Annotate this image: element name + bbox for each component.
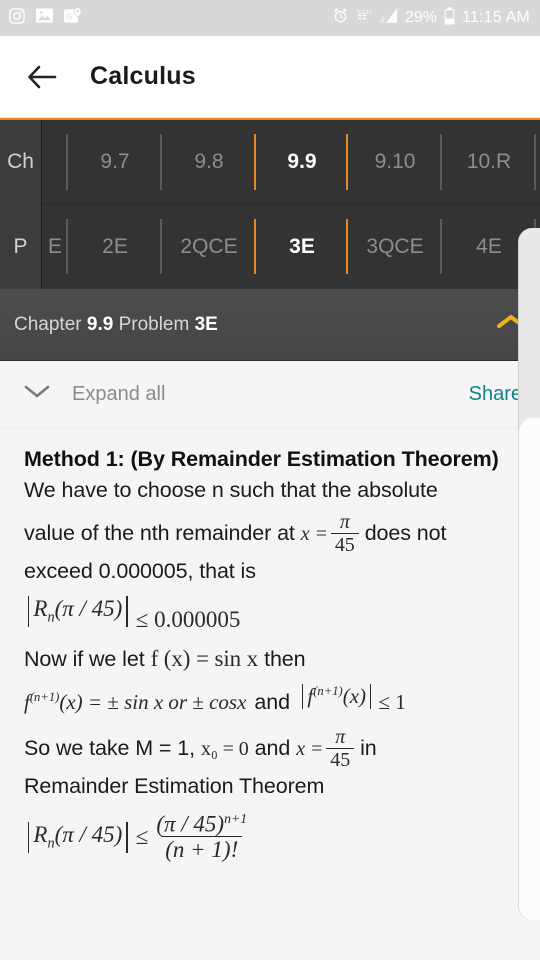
breadcrumb-chapter-word: Chapter [14,313,87,335]
solution-line-1: We have to choose n such that the absolu… [24,478,438,503]
problem-tab-3e[interactable]: 3E [256,205,348,288]
problem-row-label: P [13,234,28,258]
chapter-row-label: Ch [7,150,34,174]
solution-line-6b: and [254,735,291,760]
data-transfer-icon: \u21c5 [356,7,376,29]
equation-3-relation: ≤ 1 [378,689,406,714]
equation-x-numerator: π [339,510,350,533]
equation-2-superscript: (n+1) [29,689,60,704]
equation-1-r: R [33,596,48,622]
solution-line-7: Remainder Estimation Theorem [24,774,325,799]
back-arrow-icon[interactable] [22,57,62,97]
solution-line-4b: then [264,647,306,671]
equation-1-relation: ≤ 0.000005 [135,607,241,632]
solution-line-6a: So we take M = 1, [24,735,195,760]
equation-4-numerator-superscript: n+1 [224,810,248,826]
breadcrumb-problem-word: Problem [113,313,195,335]
equation-2-rest: (x) = ± sin x or ± cosx [59,689,247,714]
solution-line-2a: value of the nth remainder at [24,520,295,545]
equation-derivative-bound: f(n+1)(x) ≤ 1 [298,683,406,715]
solution-line-2: value of the nth remainder at x = π 45 d… [24,510,518,556]
equation-x-naught: x₀ = 0 [200,737,249,760]
equation-1-subscript: n [47,610,55,626]
equation-remainder-bound: Rn(π / 45) ≤ 0.000005 [24,596,518,633]
chapter-tab-9-9[interactable]: 9.9 [256,120,348,204]
solution-line-5-and: and [254,689,290,714]
status-bar-left-icons: G [8,6,82,30]
chapter-tab-9-7[interactable]: 9.7 [68,120,162,204]
chapter-tab-9-8[interactable]: 9.8 [162,120,256,204]
breadcrumb-problem-value: 3E [194,313,218,335]
solution-heading: Method 1: (By Remainder Estimation Theor… [24,447,499,471]
equation-x-equals-pi-over-45: x = π 45 [300,510,359,556]
app-root: G \u21c5 29% 11:15 AM Calculus [0,0,540,960]
equation-x-equals-pi-over-45-second: x = π 45 [296,726,355,771]
equation-x-denominator: 45 [330,532,359,556]
instagram-icon [8,7,26,30]
equation-4-subscript: n [47,835,55,852]
equation-4-relation: ≤ [135,824,149,850]
chapter-tab-9-10[interactable]: 9.10 [348,120,442,204]
equation-x2-lhs: x = [296,737,324,760]
problem-tab-3qce[interactable]: 3QCE [348,205,442,288]
chapter-tab-row[interactable]: 9.7 9.8 9.9 9.10 10.R [42,120,540,204]
chevron-down-icon [24,384,50,405]
gallery-icon [35,7,54,29]
solution-line-4a: Now if we let [24,647,145,671]
solution-line-2b: does not [364,520,447,545]
breadcrumb-text: Chapter 9.9 Problem 3E [14,314,218,336]
share-button[interactable]: Share [469,383,522,406]
equation-f-of-x: f (x) = sin x [150,646,259,671]
equation-1-argument: (π / 45) [54,596,123,622]
signal-icon [378,7,398,29]
chapter-tab-partial[interactable] [42,120,68,204]
side-panel-peek-lower[interactable] [518,418,540,920]
breadcrumb[interactable]: Chapter 9.9 Problem 3E [0,289,540,361]
expand-all-button[interactable]: Expand all [24,383,165,406]
equation-final-remainder-bound: Rn(π / 45) ≤ (π / 45)n+1 (n + 1)! [24,810,518,863]
tab-grid: Ch P 9.7 9.8 9.9 9.10 10.R E 2E 2QCE 3E … [0,118,540,289]
expand-all-label: Expand all [72,383,166,405]
breadcrumb-chapter-value: 9.9 [86,313,114,335]
tab-row-labels: Ch P [0,120,42,289]
equation-derivative: f(n+1)(x) = ± sin x or ± cosx [24,690,246,715]
problem-tab-2qce[interactable]: 2QCE [162,205,256,288]
battery-icon [444,6,455,30]
solution-line-5: f(n+1)(x) = ± sin x or ± cosx and f(n+1)… [24,684,518,718]
equation-4-argument: (π / 45) [54,821,123,847]
equation-4-numerator: (π / 45) [156,811,225,837]
status-bar-right-icons: \u21c5 29% 11:15 AM [332,6,530,30]
equation-x2-denominator: 45 [326,748,355,771]
solution-line-3: exceed 0.000005, that is [24,558,256,583]
problem-tab-2e[interactable]: 2E [68,205,162,288]
solution-line-6: So we take M = 1, x₀ = 0 and x = π 45 in [24,726,518,772]
equation-3-argument: (x) [342,683,367,708]
equation-x2-numerator: π [335,726,346,749]
clock-label: 11:15 AM [461,9,530,26]
app-bar: Calculus [0,36,540,118]
battery-percent-label: 29% [404,9,437,26]
solution-line-4: Now if we let f (x) = sin x then [24,643,518,676]
equation-4-denominator: (n + 1)! [161,836,243,862]
page-title: Calculus [90,62,196,90]
alarm-icon [332,7,349,29]
status-bar: G \u21c5 29% 11:15 AM [0,0,540,36]
problem-tab-partial[interactable]: E [42,205,68,288]
solution-body: Method 1: (By Remainder Estimation Theor… [0,429,540,960]
equation-x-lhs: x = [300,522,328,545]
problem-tab-row[interactable]: E 2E 2QCE 3E 3QCE 4E [42,204,540,288]
solution-line-6c: in [360,735,377,760]
chapter-tab-10-r[interactable]: 10.R [442,120,536,204]
maps-icon: G [63,6,82,30]
svg-text:G: G [66,12,72,21]
solution-toolbar: Expand all Share [0,361,540,429]
equation-4-numerator-wrap: (π / 45)n+1 [152,810,251,837]
equation-4-r: R [33,821,48,847]
equation-3-superscript: (n+1) [313,683,343,698]
